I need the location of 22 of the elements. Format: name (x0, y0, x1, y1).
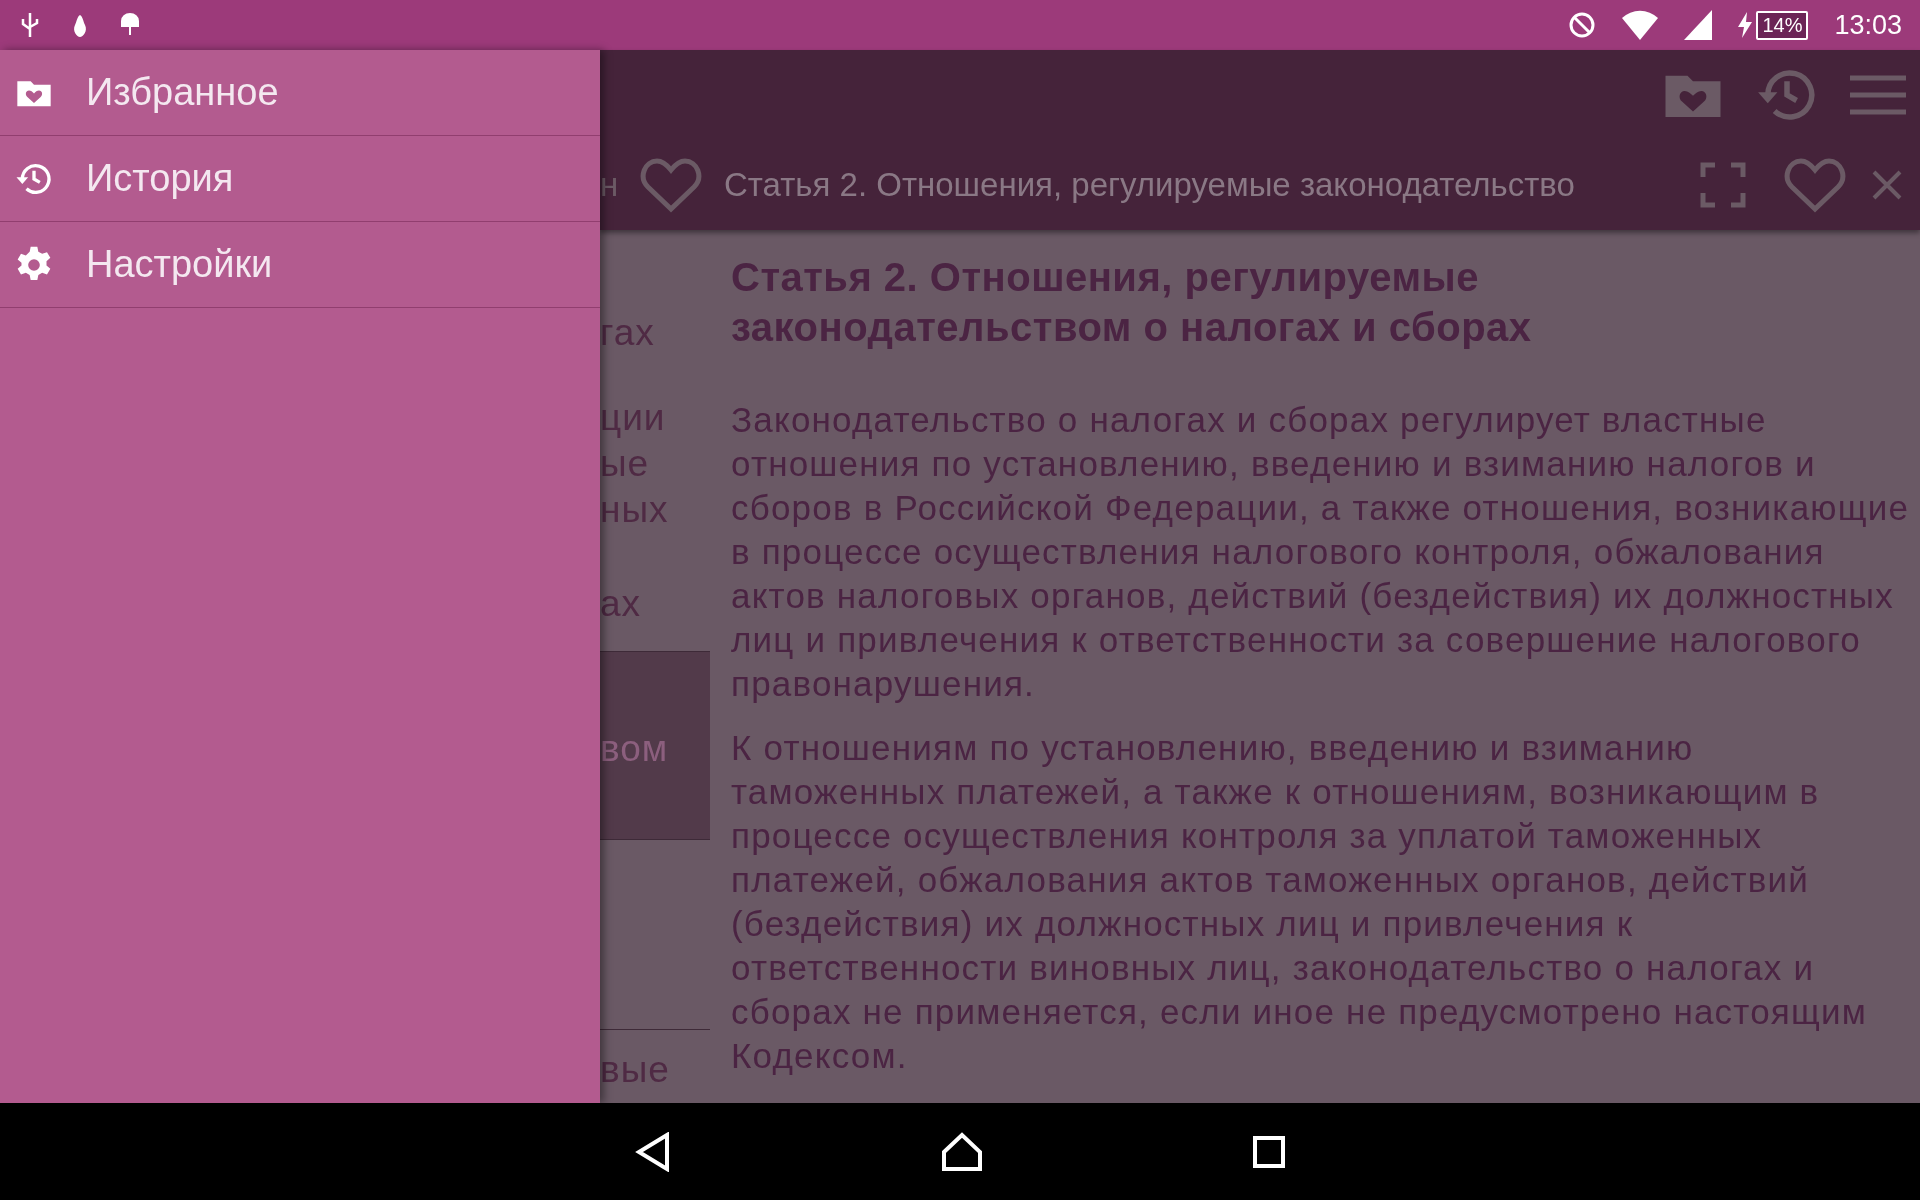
home-icon[interactable] (941, 1131, 983, 1172)
heart-icon (640, 157, 702, 213)
do-not-disturb-icon (1568, 11, 1597, 39)
drawer-item[interactable]: История (0, 136, 600, 222)
battery-level: 14% (1756, 10, 1809, 40)
fullscreen-icon (1700, 162, 1746, 208)
clock: 13:03 (1834, 9, 1902, 41)
close-button[interactable] (1872, 170, 1902, 200)
wifi-icon (1622, 10, 1659, 40)
charging-icon (1738, 12, 1753, 38)
favorite-button[interactable] (1784, 157, 1846, 213)
close-icon (1872, 170, 1902, 200)
heart-icon (1784, 157, 1846, 213)
back-icon[interactable] (635, 1131, 671, 1172)
fullscreen-button[interactable] (1700, 162, 1746, 208)
contents-item[interactable]: вом (600, 651, 710, 840)
signal-icon (1684, 10, 1713, 40)
drawer-item[interactable]: Настройки (0, 222, 600, 308)
open-tab[interactable]: Статья 2. Отношения, регулируемые законодательство (724, 166, 1674, 204)
recents-icon[interactable] (1253, 1135, 1285, 1168)
favorite-button[interactable] (640, 157, 702, 213)
drawer-item[interactable]: Избранное (0, 50, 600, 136)
